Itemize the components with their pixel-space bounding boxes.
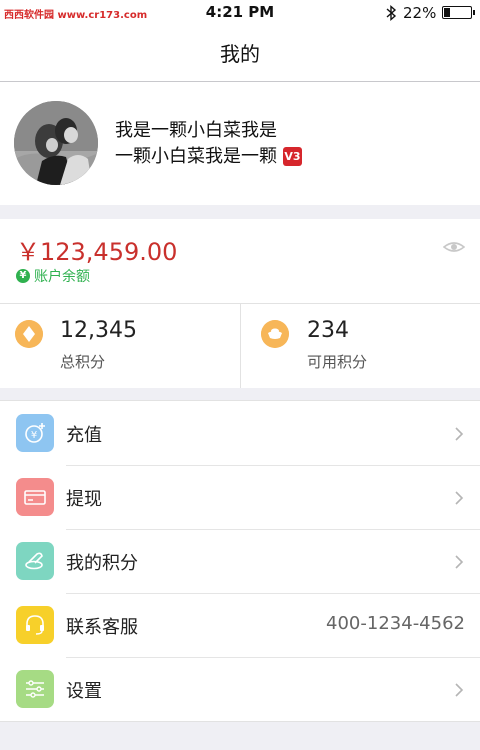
avatar[interactable]: [14, 101, 98, 185]
menu-item-settings[interactable]: 设置: [0, 657, 480, 721]
balance-card: ￥123,459.00 ¥ 账户余额 12,345 总积分 234 可用积分: [0, 219, 480, 388]
page-title: 我的: [220, 42, 260, 66]
available-points[interactable]: 234 可用积分: [240, 304, 480, 388]
status-bar: 西西软件园 www.cr173.com 4:21 PM 22%: [0, 0, 480, 26]
battery-level: [444, 8, 451, 17]
menu-item-customer-service[interactable]: 联系客服 400-1234-4562: [0, 593, 480, 657]
available-points-label: 可用积分: [307, 353, 368, 371]
battery-percent: 22%: [403, 4, 437, 22]
chevron-right-icon: [455, 491, 464, 505]
ingot-icon: [261, 320, 289, 348]
balance-label: 账户余额: [34, 269, 90, 285]
svg-text:¥: ¥: [31, 430, 37, 441]
eye-icon[interactable]: [443, 241, 465, 253]
card-icon: [16, 478, 54, 516]
profile-name-line-1: 我是一颗小白菜我是: [115, 120, 277, 141]
menu-item-recharge[interactable]: ¥ 充值: [0, 401, 480, 465]
total-points[interactable]: 12,345 总积分: [0, 304, 240, 388]
chevron-right-icon: [455, 683, 464, 697]
menu-item-my-points[interactable]: 我的积分: [0, 529, 480, 593]
profile-name-line-2: 一颗小白菜我是一颗 V3: [115, 144, 345, 170]
menu-item-withdraw[interactable]: 提现: [0, 465, 480, 529]
total-points-label: 总积分: [60, 353, 106, 371]
menu-label: 联系客服: [66, 617, 138, 638]
menu-label: 充值: [66, 425, 102, 446]
nav-bar: 我的: [0, 26, 480, 82]
points-diamond-icon: [15, 320, 43, 348]
available-points-value: 234: [307, 318, 349, 343]
headset-icon: [16, 606, 54, 644]
menu-label: 我的积分: [66, 553, 138, 574]
profile-card[interactable]: 我是一颗小白菜我是 一颗小白菜我是一颗 V3: [0, 82, 480, 205]
avatar-photo: [14, 101, 98, 185]
vip-badge: V3: [283, 147, 302, 166]
settings-sliders-icon: [16, 670, 54, 708]
bluetooth-icon: [386, 4, 397, 22]
recharge-icon: ¥: [16, 414, 54, 452]
menu-label: 设置: [66, 681, 102, 702]
chevron-right-icon: [455, 427, 464, 441]
menu-list: ¥ 充值 提现 我的积分 联系客服 400-1234-4562 设置: [0, 400, 480, 722]
profile-name-line-2-text: 一颗小白菜我是一颗: [115, 146, 277, 167]
menu-label: 提现: [66, 489, 102, 510]
chevron-right-icon: [455, 555, 464, 569]
service-phone[interactable]: 400-1234-4562: [326, 613, 465, 634]
balance-label-row: ¥ 账户余额: [16, 266, 90, 286]
profile-name: 我是一颗小白菜我是 一颗小白菜我是一颗 V3: [115, 118, 345, 170]
balance-amount: ￥123,459.00: [16, 238, 178, 266]
coins-icon: [16, 542, 54, 580]
yen-icon: ¥: [16, 269, 30, 283]
total-points-value: 12,345: [60, 318, 137, 343]
battery-icon: [442, 6, 475, 19]
